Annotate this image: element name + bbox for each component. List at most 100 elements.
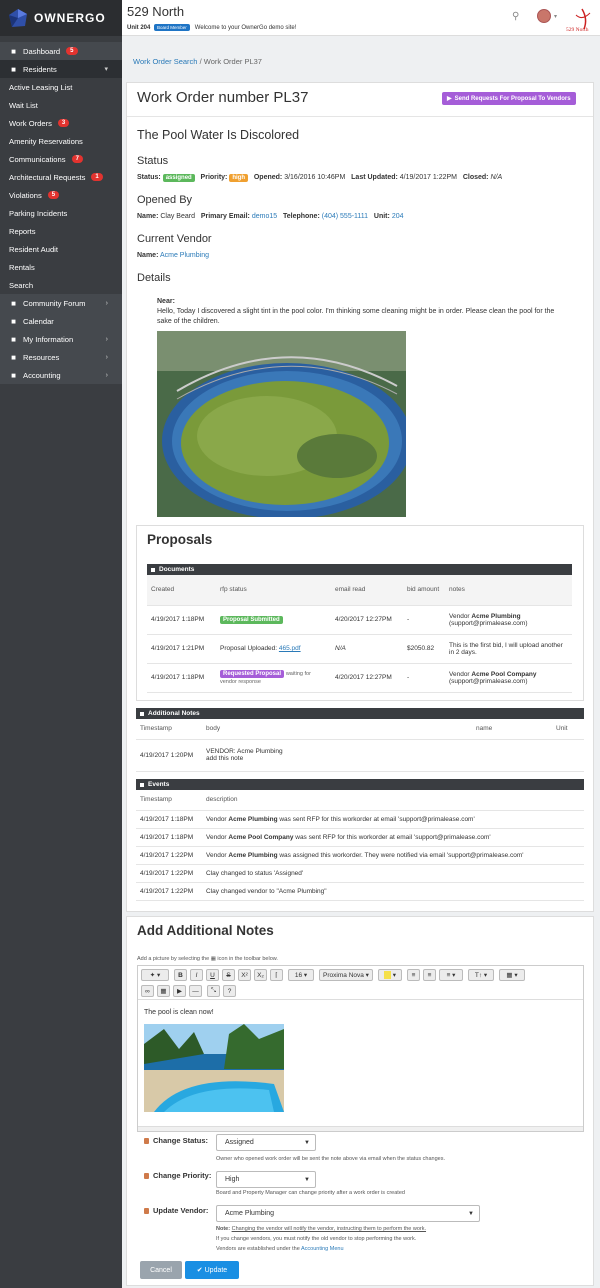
accounting-menu-link[interactable]: Accounting Menu (301, 1246, 344, 1252)
help-icon[interactable]: ? (223, 985, 236, 997)
highlight-color-icon[interactable]: ▾ (378, 969, 402, 981)
work-order-panel: Work Order number PL37 ▶ Send Requests Fo… (126, 82, 594, 912)
sidebar-item-label: Resident Audit (9, 244, 58, 254)
documents-bar: Documents (147, 564, 572, 575)
horizontal-rule-icon[interactable]: — (189, 985, 202, 997)
event-text: Vendor (206, 815, 229, 823)
priority-select[interactable]: High ▼ (216, 1171, 316, 1188)
align-icon[interactable]: ≡ ▾ (439, 969, 463, 981)
text-style-icon[interactable]: T↑ ▾ (468, 969, 494, 981)
font-family-select[interactable]: Proxima Nova ▾ (319, 969, 373, 981)
font-size-value: 16 (294, 971, 303, 979)
brand-name: OWNERGO (34, 11, 106, 25)
count-badge: 1 (91, 173, 103, 181)
sidebar-item-active-leasing-list[interactable]: Active Leasing List (0, 78, 122, 96)
event-vendor: Acme Plumbing (228, 851, 278, 859)
cell-timestamp: 4/19/2017 1:22PM (140, 887, 194, 895)
cancel-button[interactable]: Cancel (140, 1261, 182, 1279)
updated-label: Last Updated: (351, 174, 398, 181)
sidebar-item-work-orders[interactable]: Work Orders 3 (0, 114, 122, 132)
avatar[interactable] (537, 9, 551, 23)
send-rfp-button[interactable]: ▶ Send Requests For Proposal To Vendors (442, 92, 576, 105)
sidebar-item-search[interactable]: Search (0, 276, 122, 294)
change-status-label-text: Change Status: (153, 1136, 209, 1145)
clear-format-icon[interactable]: ⌈ (270, 969, 283, 981)
sidebar-item-resources[interactable]: ■ Resources › (0, 348, 122, 366)
sidebar-item-my-information[interactable]: ■ My Information › (0, 330, 122, 348)
events-bar-label: Events (148, 781, 170, 788)
search-icon[interactable]: ⚲ (512, 11, 519, 22)
rich-text-editor[interactable]: ✦ ▾ B I U S X² X₂ ⌈ 16 ▾ Proxima Nova ▾ … (137, 965, 584, 1132)
event-text: Clay changed to status 'Assigned' (206, 869, 304, 877)
status-select[interactable]: Assigned ▼ (216, 1134, 316, 1151)
vendor-heading: Current Vendor (137, 233, 212, 245)
sidebar-item-amenity-reservations[interactable]: Amenity Reservations (0, 132, 122, 150)
sidebar-item-label: Active Leasing List (9, 82, 73, 92)
video-icon[interactable]: ▶ (173, 985, 186, 997)
cell-timestamp: 4/19/2017 1:22PM (140, 869, 194, 877)
sidebar-item-wait-list[interactable]: Wait List (0, 96, 122, 114)
font-size-select[interactable]: 16 ▾ (288, 969, 314, 981)
vendor-select-value: Acme Plumbing (225, 1210, 275, 1217)
col-email-read: email read (335, 586, 366, 594)
sidebar-item-dashboard[interactable]: ■ Dashboard 5 (0, 42, 122, 60)
sidebar-item-rentals[interactable]: Rentals (0, 258, 122, 276)
proposal-pdf-link[interactable]: 465.pdf (279, 645, 301, 652)
closed-value: N/A (490, 174, 503, 181)
note-email: (support@primalease.com) (449, 677, 528, 685)
person-icon: ■ (11, 334, 16, 344)
image-icon[interactable]: ▦ (157, 985, 170, 997)
sidebar-item-label: Violations (9, 190, 42, 200)
unit-label: Unit: (373, 213, 390, 220)
sidebar-item-accounting[interactable]: ■ Accounting › (0, 366, 122, 384)
opener-email-link[interactable]: demo15 (252, 213, 277, 220)
editor-resize-handle[interactable] (138, 1126, 583, 1131)
sidebar-item-reports[interactable]: Reports (0, 222, 122, 240)
sidebar-item-label: Communications (9, 154, 66, 164)
col-body: body (206, 725, 221, 733)
sidebar-item-community-forum[interactable]: ■ Community Forum › (0, 294, 122, 312)
near-label: Near: (157, 298, 175, 305)
opener-unit-link[interactable]: 204 (392, 213, 404, 220)
underline-icon[interactable]: U (206, 969, 219, 981)
magic-wand-icon[interactable]: ✦ ▾ (141, 969, 169, 981)
strikethrough-icon[interactable]: S (222, 969, 235, 981)
col-notes: notes (449, 586, 465, 594)
brand-logo[interactable]: OWNERGO (0, 0, 122, 36)
sidebar-item-label: Parking Incidents (9, 208, 68, 218)
vendor-select[interactable]: Acme Plumbing ▼ (216, 1205, 480, 1222)
sidebar-item-resident-audit[interactable]: Resident Audit (0, 240, 122, 258)
check-icon: ✔ (196, 1267, 203, 1274)
cell-name (472, 739, 552, 771)
editor-text[interactable]: The pool is clean now! (144, 1009, 214, 1016)
sidebar-item-communications[interactable]: Communications 7 (0, 150, 122, 168)
bold-icon[interactable]: B (174, 969, 187, 981)
sidebar-item-violations[interactable]: Violations 5 (0, 186, 122, 204)
chevron-down-icon[interactable]: ▾ (554, 13, 557, 20)
sidebar-item-architectural-requests[interactable]: Architectural Requests 1 (0, 168, 122, 186)
vendor-note-warning: Changing the vendor will notify the vend… (231, 1226, 427, 1232)
status-row: Status: assigned Priority: high Opened: … (137, 174, 502, 182)
bulleted-list-icon[interactable]: ≡ (407, 969, 420, 981)
numbered-list-icon[interactable]: ≡ (423, 969, 436, 981)
folder-icon: ■ (11, 352, 16, 362)
opener-phone-link[interactable]: (404) 555-1111 (322, 213, 368, 220)
sidebar-item-parking-incidents[interactable]: Parking Incidents (0, 204, 122, 222)
cell-notes: Vendor Acme Pool Company (support@primale… (445, 663, 572, 692)
fullscreen-icon[interactable]: ⤡ (207, 985, 220, 997)
sidebar-item-residents[interactable]: ■ Residents ▾ (0, 60, 122, 78)
cell-description: Vendor Acme Pool Company was sent RFP fo… (202, 828, 584, 846)
table-icon[interactable]: ▦ ▾ (499, 969, 525, 981)
superscript-icon[interactable]: X² (238, 969, 251, 981)
add-notes-title: Add Additional Notes (137, 923, 274, 938)
link-icon[interactable]: ∞ (141, 985, 154, 997)
subscript-icon[interactable]: X₂ (254, 969, 267, 981)
change-status-label: Change Status: (144, 1136, 208, 1145)
breadcrumb-work-order-search[interactable]: Work Order Search (133, 57, 197, 66)
update-button[interactable]: ✔ Update (185, 1261, 239, 1279)
italic-icon[interactable]: I (190, 969, 203, 981)
sidebar-item-calendar[interactable]: ■ Calendar (0, 312, 122, 330)
vendor-link[interactable]: Acme Plumbing (160, 252, 209, 259)
sidebar-item-label: My Information (23, 334, 74, 344)
priority-badge: high (229, 174, 249, 182)
